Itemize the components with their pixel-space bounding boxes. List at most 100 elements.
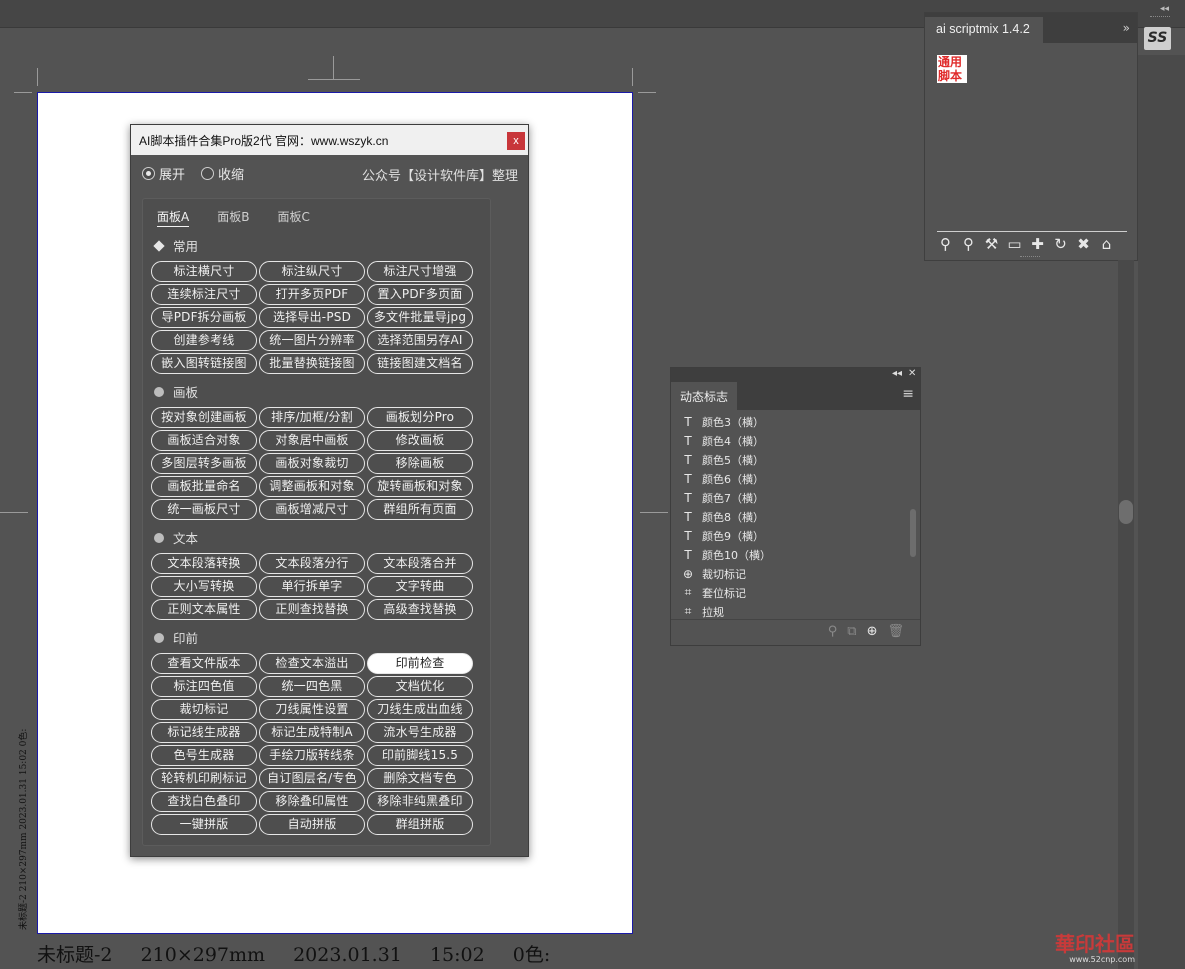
script-button[interactable]: 查看文件版本 bbox=[151, 653, 257, 674]
collapse-panel-icon[interactable]: ◂◂ bbox=[892, 368, 902, 379]
script-button[interactable]: 画板对象裁切 bbox=[259, 453, 365, 474]
home-icon[interactable]: ⌂ bbox=[1098, 235, 1115, 253]
script-button[interactable]: 置入PDF多页面 bbox=[367, 284, 473, 305]
script-button[interactable]: 文本段落转换 bbox=[151, 553, 257, 574]
script-button[interactable]: 标记线生成器 bbox=[151, 722, 257, 743]
script-button[interactable]: 色号生成器 bbox=[151, 745, 257, 766]
radio-expand-label[interactable]: 展开 bbox=[159, 164, 185, 183]
folder-icon[interactable]: ▭ bbox=[1006, 235, 1023, 253]
general-scripts-label[interactable]: 通用脚本 bbox=[937, 55, 967, 83]
scrollbar-thumb[interactable] bbox=[1119, 500, 1133, 524]
script-button[interactable]: 排序/加框/分割 bbox=[259, 407, 365, 428]
script-button[interactable]: 标注四色值 bbox=[151, 676, 257, 697]
script-button[interactable]: 画板增减尺寸 bbox=[259, 499, 365, 520]
script-button[interactable]: 刀线生成出血线 bbox=[367, 699, 473, 720]
script-button[interactable]: 文本段落分行 bbox=[259, 553, 365, 574]
script-button[interactable]: 按对象创建画板 bbox=[151, 407, 257, 428]
script-button[interactable]: 群组所有页面 bbox=[367, 499, 473, 520]
user-minus-icon[interactable]: ⚲ bbox=[937, 235, 954, 253]
script-button[interactable]: 统一图片分辨率 bbox=[259, 330, 365, 351]
place-symbol-icon[interactable]: ⧉ bbox=[847, 624, 856, 645]
new-symbol-icon[interactable]: ⊕ bbox=[867, 624, 878, 645]
radio-collapse-label[interactable]: 收缩 bbox=[218, 164, 244, 183]
script-button[interactable]: 修改画板 bbox=[367, 430, 473, 451]
delete-icon[interactable]: 🗑 bbox=[887, 624, 904, 645]
script-button[interactable]: 选择范围另存AI bbox=[367, 330, 473, 351]
script-button[interactable]: 流水号生成器 bbox=[367, 722, 473, 743]
script-button[interactable]: 文档优化 bbox=[367, 676, 473, 697]
script-button[interactable]: 嵌入图转链接图 bbox=[151, 353, 257, 374]
script-button[interactable]: 文字转曲 bbox=[367, 576, 473, 597]
script-button[interactable]: 查找白色叠印 bbox=[151, 791, 257, 812]
plus-icon[interactable]: ✚ bbox=[1029, 235, 1046, 253]
symbol-list-item[interactable]: T 颜色3（横） bbox=[671, 412, 908, 431]
script-button[interactable]: 标注尺寸增强 bbox=[367, 261, 473, 282]
symbol-list-item[interactable]: T 颜色6（横） bbox=[671, 469, 908, 488]
script-button[interactable]: 移除非纯黑叠印 bbox=[367, 791, 473, 812]
script-button[interactable]: 自动拼版 bbox=[259, 814, 365, 835]
script-button[interactable]: 印前检查 bbox=[367, 653, 473, 674]
script-button[interactable]: 统一四色黑 bbox=[259, 676, 365, 697]
symbol-list-item[interactable]: ⌗ 拉规 bbox=[671, 602, 908, 620]
search-icon[interactable]: ⚲ bbox=[828, 624, 838, 645]
scriptmix-dock-button[interactable]: SS bbox=[1144, 27, 1171, 50]
refresh-icon[interactable]: ↻ bbox=[1052, 235, 1069, 253]
vertical-scrollbar[interactable] bbox=[1118, 260, 1134, 969]
script-button[interactable]: 移除叠印属性 bbox=[259, 791, 365, 812]
script-button[interactable]: 检查文本溢出 bbox=[259, 653, 365, 674]
tab-scriptmix[interactable]: ai scriptmix 1.4.2 bbox=[925, 17, 1043, 43]
script-button[interactable]: 多图层转多画板 bbox=[151, 453, 257, 474]
symbol-list-item[interactable]: T 颜色10（横） bbox=[671, 545, 908, 564]
script-button[interactable]: 一键拼版 bbox=[151, 814, 257, 835]
close-icon[interactable]: ✖ bbox=[1075, 235, 1092, 253]
script-button[interactable]: 连续标注尺寸 bbox=[151, 284, 257, 305]
script-button[interactable]: 单行拆单字 bbox=[259, 576, 365, 597]
script-button[interactable]: 导PDF拆分画板 bbox=[151, 307, 257, 328]
symbols-scrollbar[interactable] bbox=[908, 414, 918, 618]
tab-panel-a[interactable]: 面板A bbox=[157, 208, 190, 227]
resize-grip[interactable] bbox=[1020, 256, 1040, 259]
script-button[interactable]: 移除画板 bbox=[367, 453, 473, 474]
script-button[interactable]: 旋转画板和对象 bbox=[367, 476, 473, 497]
script-button[interactable]: 大小写转换 bbox=[151, 576, 257, 597]
panel-menu-icon[interactable]: ≡ bbox=[902, 386, 914, 402]
script-button[interactable]: 裁切标记 bbox=[151, 699, 257, 720]
script-button[interactable]: 轮转机印刷标记 bbox=[151, 768, 257, 789]
tab-panel-b[interactable]: 面板B bbox=[217, 208, 249, 227]
dock-grip[interactable] bbox=[1150, 16, 1170, 19]
symbol-list-item[interactable]: ⌗ 套位标记 bbox=[671, 583, 908, 602]
collapse-dock-icon[interactable]: ◂◂ bbox=[1160, 4, 1169, 14]
symbol-list-item[interactable]: T 颜色9（横） bbox=[671, 526, 908, 545]
script-button[interactable]: 画板适合对象 bbox=[151, 430, 257, 451]
script-button[interactable]: 画板批量命名 bbox=[151, 476, 257, 497]
script-button[interactable]: 多文件批量导jpg bbox=[367, 307, 473, 328]
symbol-list-item[interactable]: ⊕ 裁切标记 bbox=[671, 564, 908, 583]
wrench-icon[interactable]: ⚒ bbox=[983, 235, 1000, 253]
script-button[interactable]: 正则文本属性 bbox=[151, 599, 257, 620]
symbol-list-item[interactable]: T 颜色4（横） bbox=[671, 431, 908, 450]
script-button[interactable]: 打开多页PDF bbox=[259, 284, 365, 305]
script-button[interactable]: 正则查找替换 bbox=[259, 599, 365, 620]
script-button[interactable]: 自订图层名/专色 bbox=[259, 768, 365, 789]
symbols-scroll-thumb[interactable] bbox=[910, 509, 916, 557]
script-button[interactable]: 刀线属性设置 bbox=[259, 699, 365, 720]
script-button[interactable]: 手绘刀版转线条 bbox=[259, 745, 365, 766]
script-button[interactable]: 删除文档专色 bbox=[367, 768, 473, 789]
radio-collapse[interactable] bbox=[201, 166, 215, 180]
close-panel-icon[interactable]: ✕ bbox=[908, 368, 916, 379]
symbol-list-item[interactable]: T 颜色7（横） bbox=[671, 488, 908, 507]
script-button[interactable]: 选择导出-PSD bbox=[259, 307, 365, 328]
script-button[interactable]: 画板划分Pro bbox=[367, 407, 473, 428]
user-add-icon[interactable]: ⚲ bbox=[960, 235, 977, 253]
symbol-list-item[interactable]: T 颜色8（横） bbox=[671, 507, 908, 526]
tab-dynamic-symbols[interactable]: 动态标志 bbox=[671, 382, 737, 410]
script-button[interactable]: 调整画板和对象 bbox=[259, 476, 365, 497]
script-button[interactable]: 标注横尺寸 bbox=[151, 261, 257, 282]
symbol-list-item[interactable]: T 颜色5（横） bbox=[671, 450, 908, 469]
script-button[interactable]: 对象居中画板 bbox=[259, 430, 365, 451]
script-button[interactable]: 标记生成特制A bbox=[259, 722, 365, 743]
script-button[interactable]: 高级查找替换 bbox=[367, 599, 473, 620]
expand-panel-icon[interactable]: » bbox=[1123, 21, 1130, 35]
panel-titlebar[interactable]: AI脚本插件合集Pro版2代 官网：www.wszyk.cn x bbox=[131, 125, 528, 155]
radio-expand[interactable] bbox=[142, 166, 155, 180]
